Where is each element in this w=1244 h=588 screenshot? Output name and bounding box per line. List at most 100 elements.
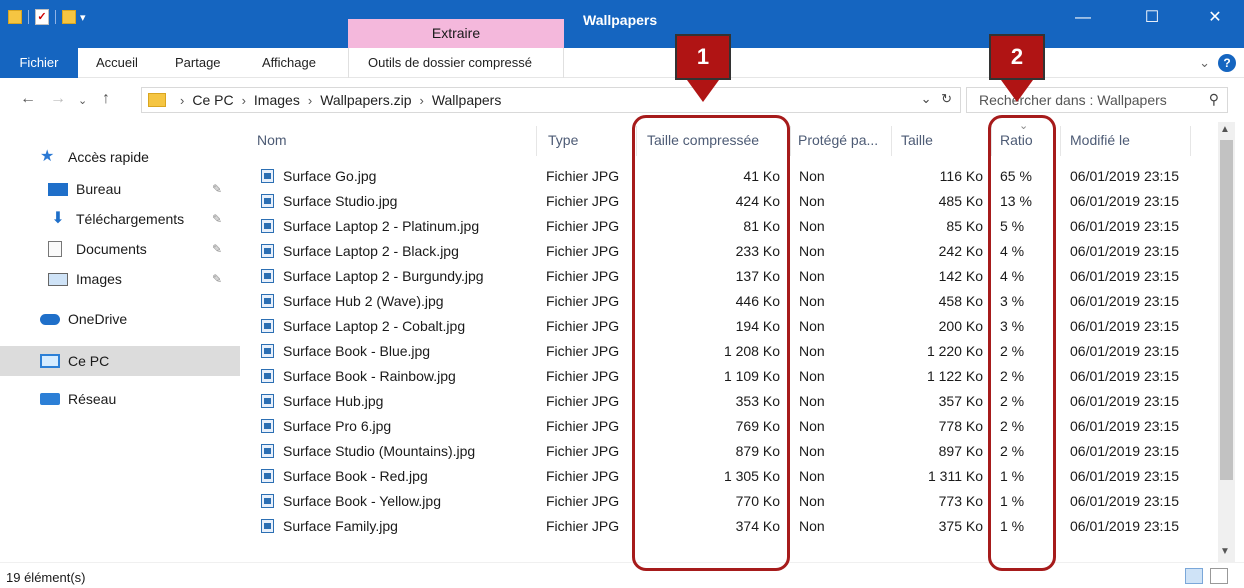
jpg-file-icon (261, 344, 274, 358)
file-protected: Non (799, 218, 825, 234)
chevron-right-icon[interactable]: › (180, 93, 184, 108)
expand-ribbon-icon[interactable]: ⌄ (1199, 55, 1210, 71)
new-folder-icon[interactable] (62, 10, 76, 24)
sidebar-item-documents[interactable]: Documents ✎ (0, 234, 240, 264)
column-divider[interactable] (891, 126, 892, 156)
column-header-taille[interactable]: Taille (901, 132, 933, 148)
cloud-icon (40, 313, 60, 325)
sidebar-item-label: Bureau (76, 181, 122, 197)
search-icon[interactable]: ⚲ (1209, 91, 1219, 108)
column-divider[interactable] (1060, 126, 1061, 156)
sidebar-item-images[interactable]: Images ✎ (0, 264, 240, 294)
pin-icon[interactable]: ✎ (212, 182, 222, 196)
file-name: Surface Laptop 2 - Burgundy.jpg (283, 268, 484, 284)
window-title: Wallpapers (583, 12, 658, 28)
recent-locations-icon[interactable]: ⌄ (78, 94, 87, 107)
file-name: Surface Studio.jpg (283, 193, 398, 209)
file-type: Fichier JPG (546, 418, 620, 434)
sidebar-item-onedrive[interactable]: OneDrive (0, 304, 240, 334)
minimize-button[interactable]: — (1060, 0, 1106, 36)
scroll-up-icon[interactable]: ▲ (1220, 124, 1230, 135)
sidebar-item-bureau[interactable]: Bureau ✎ (0, 174, 240, 204)
sidebar-item-ce-pc[interactable]: Ce PC (0, 346, 240, 376)
crumb-ce-pc[interactable]: Ce PC (192, 92, 233, 108)
sidebar-item-acces-rapide[interactable]: ★ Accès rapide (0, 142, 240, 172)
sidebar-item-label: Documents (76, 241, 147, 257)
jpg-file-icon (261, 294, 274, 308)
address-bar[interactable]: › Ce PC › Images › Wallpapers.zip › Wall… (141, 87, 961, 113)
chevron-right-icon[interactable]: › (308, 93, 312, 108)
pin-icon[interactable]: ✎ (212, 242, 222, 256)
separator (28, 10, 29, 24)
tab-affichage[interactable]: Affichage (262, 48, 316, 78)
file-modified: 06/01/2019 23:15 (1070, 343, 1179, 359)
file-protected: Non (799, 343, 825, 359)
crumb-wallpapers-zip[interactable]: Wallpapers.zip (320, 92, 411, 108)
chevron-right-icon[interactable]: › (242, 93, 246, 108)
file-size: 778 Ko (938, 418, 983, 434)
file-protected: Non (799, 318, 825, 334)
file-size: 357 Ko (938, 393, 983, 409)
file-type: Fichier JPG (546, 493, 620, 509)
properties-icon[interactable]: ✓ (35, 9, 49, 25)
file-type: Fichier JPG (546, 318, 620, 334)
vertical-scrollbar[interactable]: ▲ ▼ (1218, 122, 1235, 562)
sidebar-item-reseau[interactable]: Réseau (0, 384, 240, 414)
file-type: Fichier JPG (546, 193, 620, 209)
customize-toolbar-icon[interactable]: ▾ (80, 11, 86, 24)
column-header-protege[interactable]: Protégé pa... (798, 132, 878, 148)
crumb-images[interactable]: Images (254, 92, 300, 108)
column-divider[interactable] (1190, 126, 1191, 156)
file-size: 85 Ko (946, 218, 983, 234)
jpg-file-icon (261, 219, 274, 233)
file-name: Surface Hub 2 (Wave).jpg (283, 293, 444, 309)
file-size: 242 Ko (938, 243, 983, 259)
file-name: Surface Laptop 2 - Cobalt.jpg (283, 318, 466, 334)
file-modified: 06/01/2019 23:15 (1070, 468, 1179, 484)
column-header-nom[interactable]: Nom (257, 132, 287, 148)
navigation-bar: ← → ⌄ ↑ › Ce PC › Images › Wallpapers.zi… (0, 78, 1244, 122)
jpg-file-icon (261, 194, 274, 208)
context-tab-extraire[interactable]: Extraire (348, 19, 564, 48)
scroll-down-icon[interactable]: ▼ (1220, 546, 1230, 557)
scrollbar-thumb[interactable] (1220, 140, 1233, 480)
file-type: Fichier JPG (546, 443, 620, 459)
column-divider[interactable] (536, 126, 537, 156)
file-name: Surface Book - Red.jpg (283, 468, 428, 484)
forward-arrow-icon[interactable]: → (50, 90, 66, 108)
back-arrow-icon[interactable]: ← (20, 90, 36, 108)
file-protected: Non (799, 368, 825, 384)
file-type: Fichier JPG (546, 218, 620, 234)
file-name: Surface Studio (Mountains).jpg (283, 443, 476, 459)
navigation-pane: ★ Accès rapide Bureau ✎ ⬇ Téléchargement… (0, 122, 243, 562)
sidebar-item-telechargements[interactable]: ⬇ Téléchargements ✎ (0, 204, 240, 234)
pictures-icon (48, 272, 68, 286)
folder-icon[interactable] (8, 10, 22, 24)
address-dropdown-icon[interactable]: ⌄ (921, 91, 932, 106)
breadcrumb: › Ce PC › Images › Wallpapers.zip › Wall… (172, 92, 501, 108)
tab-fichier[interactable]: Fichier (0, 48, 78, 78)
refresh-icon[interactable]: ↻ (941, 91, 952, 106)
column-divider[interactable] (790, 126, 791, 156)
file-type: Fichier JPG (546, 243, 620, 259)
tab-outils-dossier-compresse[interactable]: Outils de dossier compressé (368, 48, 532, 78)
chevron-right-icon[interactable]: › (419, 93, 423, 108)
title-bar: ✓ ▾ Extraire Wallpapers — ☐ ✕ (0, 0, 1244, 48)
file-name: Surface Laptop 2 - Platinum.jpg (283, 218, 480, 234)
crumb-wallpapers[interactable]: Wallpapers (432, 92, 502, 108)
pin-icon[interactable]: ✎ (212, 212, 222, 226)
details-view-icon[interactable] (1185, 568, 1203, 584)
large-icons-view-icon[interactable] (1210, 568, 1228, 584)
jpg-file-icon (261, 369, 274, 383)
column-header-modifie-le[interactable]: Modifié le (1070, 132, 1130, 148)
file-protected: Non (799, 168, 825, 184)
download-icon: ⬇ (51, 210, 65, 227)
tab-accueil[interactable]: Accueil (96, 48, 138, 78)
column-header-type[interactable]: Type (548, 132, 578, 148)
help-icon[interactable]: ? (1218, 54, 1236, 72)
up-arrow-icon[interactable]: ↑ (102, 90, 110, 108)
maximize-button[interactable]: ☐ (1129, 0, 1175, 36)
tab-partage[interactable]: Partage (175, 48, 221, 78)
pin-icon[interactable]: ✎ (212, 272, 222, 286)
close-button[interactable]: ✕ (1192, 0, 1238, 36)
